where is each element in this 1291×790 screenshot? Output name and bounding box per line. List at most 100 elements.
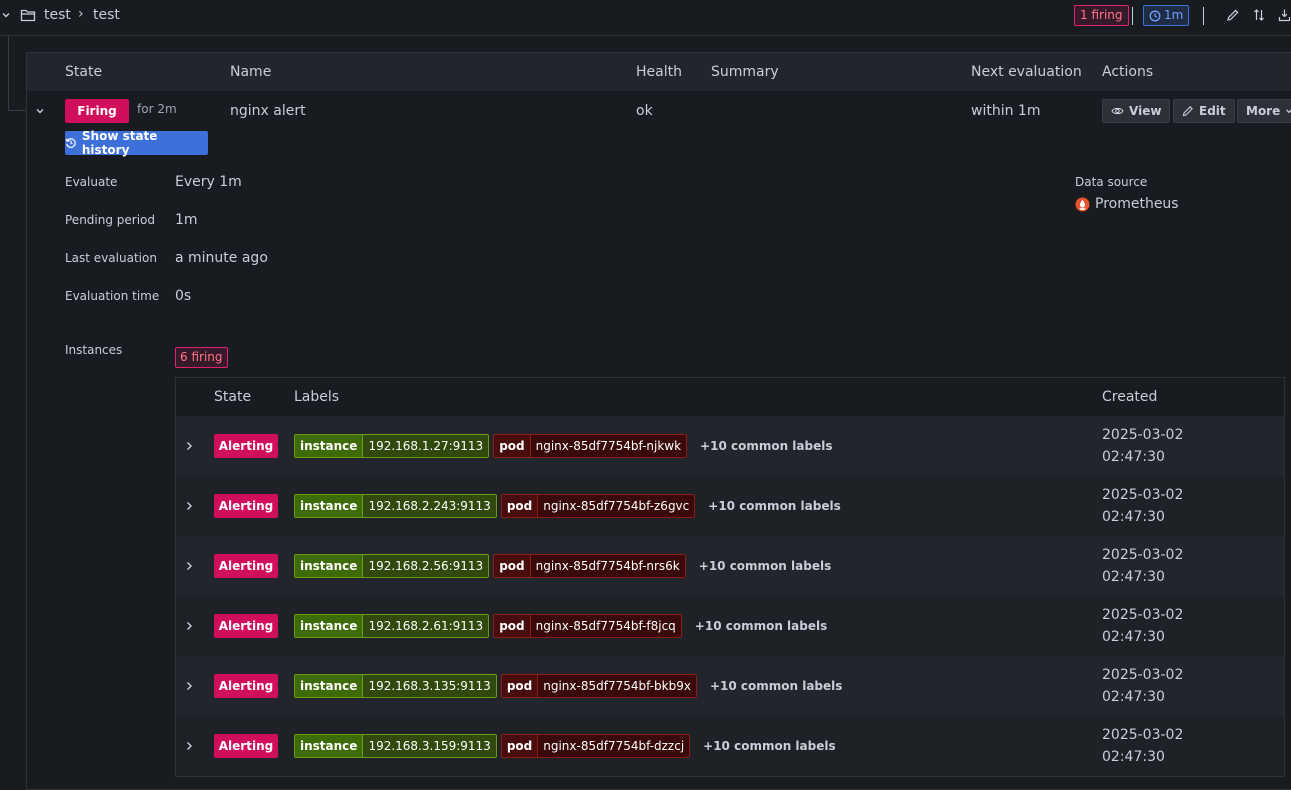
rule-state-duration: for 2m xyxy=(137,102,177,116)
evaluate-label: Evaluate xyxy=(65,175,118,189)
created-date: 2025-03-02 xyxy=(1102,547,1184,563)
label-key: pod xyxy=(501,735,539,757)
chevron-down-icon[interactable] xyxy=(35,106,45,116)
show-state-history-button[interactable]: Show state history xyxy=(65,129,208,157)
label-key: pod xyxy=(501,675,539,697)
data-source-label: Data source xyxy=(1075,175,1148,189)
label-key: instance xyxy=(295,435,364,457)
label-value: 192.168.3.135:9113 xyxy=(363,675,496,697)
label-pod: pod nginx-85df7754bf-dzzcj xyxy=(500,734,691,758)
instance-created: 2025-03-02 02:47:30 xyxy=(1102,724,1183,768)
label-instance: instance 192.168.3.135:9113 xyxy=(294,674,497,698)
common-labels-link[interactable]: +10 common labels xyxy=(708,499,840,513)
evaluation-time-label: Evaluation time xyxy=(65,289,160,303)
evaluate-value: Every 1m xyxy=(175,174,242,190)
created-date: 2025-03-02 xyxy=(1102,607,1184,623)
group-name[interactable]: test xyxy=(93,7,120,23)
table-row: Alerting instance 192.168.3.135:9113 pod ngi… xyxy=(176,656,1284,716)
column-header-name: Name xyxy=(230,64,272,80)
column-header-health: Health xyxy=(636,64,682,80)
show-state-history-label: Show state history xyxy=(81,129,158,157)
chevron-right-icon[interactable] xyxy=(183,440,195,452)
label-key: instance xyxy=(295,675,364,697)
instance-state-badge: Alerting xyxy=(214,554,278,578)
rule-state-badge: Firing xyxy=(65,99,129,123)
label-value: 192.168.3.159:9113 xyxy=(363,735,496,757)
more-button[interactable]: More xyxy=(1237,99,1291,123)
label-key: pod xyxy=(494,555,531,577)
chevron-right-icon[interactable] xyxy=(183,620,195,632)
label-instance: instance 192.168.2.243:9113 xyxy=(294,494,497,518)
edit-button[interactable]: Edit xyxy=(1173,99,1235,123)
instances-column-created: Created xyxy=(1102,389,1158,405)
label-key: pod xyxy=(494,615,531,637)
instances-column-labels: Labels xyxy=(294,389,340,405)
header-divider xyxy=(0,35,1291,36)
chevron-right-icon[interactable] xyxy=(183,500,195,512)
instance-state-badge: Alerting xyxy=(214,494,278,518)
interval-value: 1m xyxy=(1164,8,1184,22)
chevron-right-icon[interactable] xyxy=(183,740,195,752)
common-labels-link[interactable]: +10 common labels xyxy=(700,439,832,453)
instance-created: 2025-03-02 02:47:30 xyxy=(1102,484,1183,528)
instance-labels: instance 192.168.3.159:9113 pod nginx-85df7… xyxy=(294,734,836,758)
view-button[interactable]: View xyxy=(1102,99,1171,123)
folder-name[interactable]: test xyxy=(44,7,71,23)
instances-firing-badge: 6 firing xyxy=(175,347,228,368)
label-value: nginx-85df7754bf-bkb9x xyxy=(538,675,696,697)
divider xyxy=(1132,7,1133,25)
created-time: 02:47:30 xyxy=(1102,749,1165,765)
evaluation-time-value: 0s xyxy=(175,288,192,304)
chevron-down-icon[interactable] xyxy=(1,10,11,20)
last-evaluation-value: a minute ago xyxy=(175,250,268,266)
chevron-right-icon[interactable] xyxy=(183,560,195,572)
instance-labels: instance 192.168.2.243:9113 pod nginx-85df7… xyxy=(294,494,841,518)
reorder-icon[interactable] xyxy=(1252,8,1266,22)
data-source-value[interactable]: Prometheus xyxy=(1095,196,1179,212)
table-row: Alerting instance 192.168.3.159:9113 pod ngi… xyxy=(176,716,1284,776)
breadcrumb-separator: › xyxy=(78,6,84,22)
export-icon[interactable] xyxy=(1278,8,1291,22)
label-key: instance xyxy=(295,615,364,637)
table-row: Alerting instance 192.168.2.56:9113 pod ngin… xyxy=(176,536,1284,596)
interval-badge: 1m xyxy=(1143,5,1190,26)
label-key: pod xyxy=(494,435,531,457)
label-key: instance xyxy=(295,495,364,517)
instance-created: 2025-03-02 02:47:30 xyxy=(1102,664,1183,708)
created-time: 02:47:30 xyxy=(1102,689,1165,705)
common-labels-link[interactable]: +10 common labels xyxy=(699,559,831,573)
chevron-down-icon xyxy=(1286,109,1291,114)
edit-icon[interactable] xyxy=(1226,8,1240,22)
label-pod: pod nginx-85df7754bf-bkb9x xyxy=(500,674,697,698)
history-icon xyxy=(65,138,76,148)
label-value: nginx-85df7754bf-f8jcq xyxy=(530,615,681,637)
table-row: Alerting instance 192.168.2.243:9113 pod ngi… xyxy=(176,476,1284,536)
label-instance: instance 192.168.2.56:9113 xyxy=(294,554,490,578)
label-key: instance xyxy=(295,555,364,577)
last-evaluation-label: Last evaluation xyxy=(65,251,157,265)
label-value: nginx-85df7754bf-dzzcj xyxy=(538,735,690,757)
chevron-right-icon[interactable] xyxy=(183,680,195,692)
label-instance: instance 192.168.1.27:9113 xyxy=(294,434,490,458)
table-row: Alerting instance 192.168.1.27:9113 pod ngin… xyxy=(176,416,1284,476)
instance-state-badge: Alerting xyxy=(214,614,278,638)
column-header-state: State xyxy=(65,64,103,80)
instances-label: Instances xyxy=(65,343,123,357)
label-pod: pod nginx-85df7754bf-z6gvc xyxy=(500,494,696,518)
instance-labels: instance 192.168.2.61:9113 pod nginx-85df77… xyxy=(294,614,827,638)
table-row: Alerting instance 192.168.2.61:9113 pod ngin… xyxy=(176,596,1284,656)
instance-created: 2025-03-02 02:47:30 xyxy=(1102,604,1183,648)
more-button-label: More xyxy=(1246,104,1281,118)
common-labels-link[interactable]: +10 common labels xyxy=(710,679,842,693)
column-header-next-evaluation: Next evaluation xyxy=(971,64,1082,80)
instance-created: 2025-03-02 02:47:30 xyxy=(1102,424,1183,468)
label-pod: pod nginx-85df7754bf-f8jcq xyxy=(493,614,682,638)
instance-state-badge: Alerting xyxy=(214,434,278,458)
tree-line xyxy=(8,110,26,111)
common-labels-link[interactable]: +10 common labels xyxy=(703,739,835,753)
rule-next-evaluation: within 1m xyxy=(971,103,1041,119)
created-date: 2025-03-02 xyxy=(1102,427,1184,443)
instance-state-badge: Alerting xyxy=(214,674,278,698)
common-labels-link[interactable]: +10 common labels xyxy=(695,619,827,633)
label-value: 192.168.2.243:9113 xyxy=(363,495,496,517)
